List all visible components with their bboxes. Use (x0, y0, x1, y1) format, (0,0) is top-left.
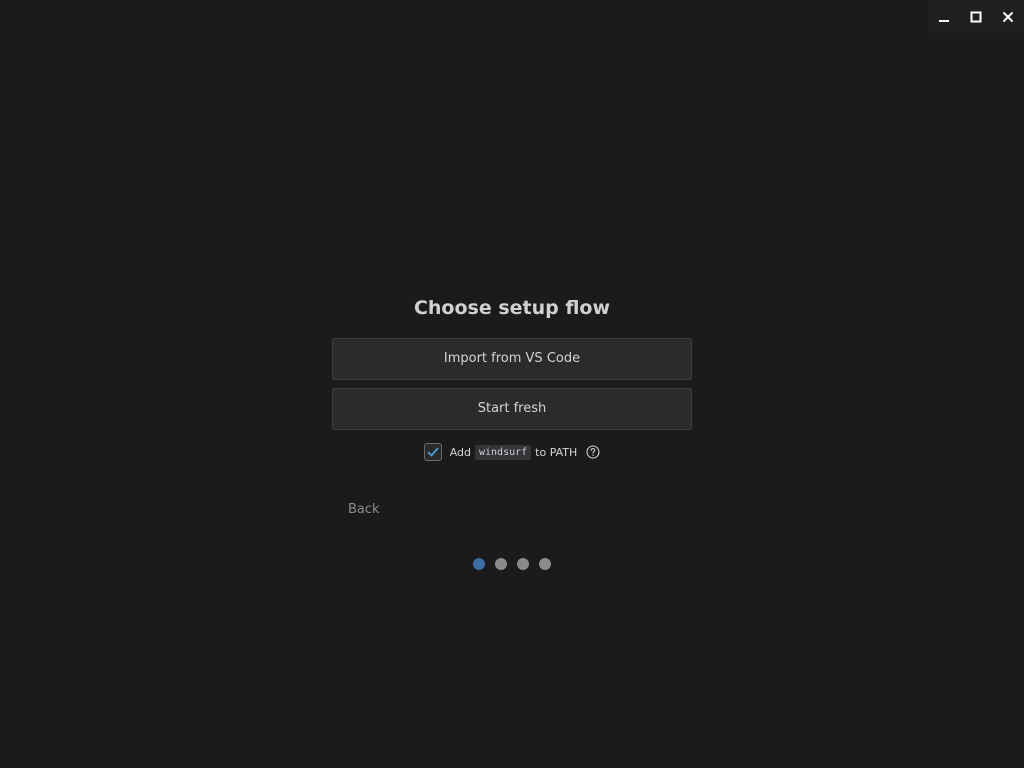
close-icon (1003, 11, 1013, 22)
import-vscode-button[interactable]: Import from VS Code (332, 338, 692, 380)
help-button[interactable] (586, 445, 600, 459)
minimize-button[interactable] (930, 3, 958, 31)
add-to-path-option: Add windsurf to PATH (332, 438, 692, 466)
minimize-icon (939, 19, 949, 22)
window-controls (928, 0, 1024, 33)
close-button[interactable] (994, 3, 1022, 31)
path-label-suffix: to PATH (535, 445, 578, 459)
step-indicator (0, 558, 1024, 570)
back-button[interactable]: Back (348, 502, 380, 517)
step-dot-1 (473, 558, 485, 570)
page-title: Choose setup flow (413, 297, 611, 319)
step-dot-2 (495, 558, 507, 570)
setup-panel: Choose setup flow Import from VS Code St… (332, 292, 692, 517)
maximize-button[interactable] (962, 3, 990, 31)
step-dot-3 (517, 558, 529, 570)
path-label-prefix: Add (449, 445, 471, 459)
add-to-path-checkbox[interactable] (423, 443, 442, 461)
start-fresh-button[interactable]: Start fresh (332, 388, 692, 430)
check-icon (427, 447, 439, 457)
path-command-code: windsurf (474, 444, 532, 460)
step-dot-4 (539, 558, 551, 570)
help-circle-icon (586, 445, 600, 459)
maximize-icon (970, 11, 982, 22)
setup-window: Choose setup flow Import from VS Code St… (0, 0, 1024, 768)
